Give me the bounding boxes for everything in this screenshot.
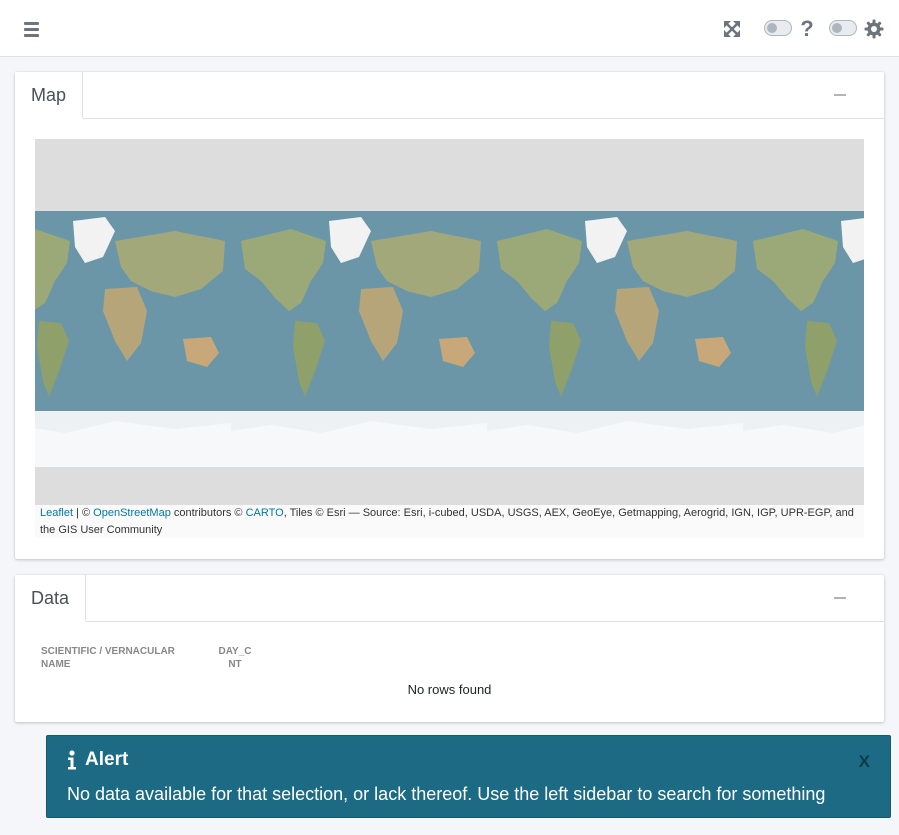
attribution-separator: | © <box>73 507 94 519</box>
carto-link[interactable]: CARTO <box>246 507 284 519</box>
expand-arrows-icon[interactable] <box>720 18 744 40</box>
toggle-switch[interactable] <box>764 20 792 36</box>
alert-message: No data available for that selection, or… <box>67 784 826 804</box>
map-attribution: Leaflet | © OpenStreetMap contributors ©… <box>35 505 864 539</box>
theme-toggle-switch[interactable] <box>829 20 857 36</box>
collapse-icon[interactable] <box>834 88 848 102</box>
map-card-header: Map <box>15 72 884 119</box>
data-card: Data SCIENTIFIC / VERNACULAR NAME DAY_C … <box>15 575 884 722</box>
top-navbar: ? <box>0 0 899 57</box>
attribution-contributors: contributors © <box>170 507 246 519</box>
collapse-icon[interactable] <box>834 591 848 605</box>
gear-icon[interactable] <box>862 16 886 42</box>
hamburger-icon[interactable] <box>20 18 44 40</box>
map-view[interactable] <box>35 139 864 538</box>
column-header-name[interactable]: SCIENTIFIC / VERNACULAR NAME <box>41 645 201 671</box>
alert-banner: Alert X No data available for that selec… <box>46 735 891 818</box>
data-card-header: Data <box>15 575 884 622</box>
map-card: Map Leaflet | © OpenStreetMap contributo… <box>15 72 884 559</box>
openstreetmap-link[interactable]: OpenStreetMap <box>93 507 171 519</box>
help-icon[interactable]: ? <box>796 16 818 42</box>
data-card-title: Data <box>15 575 87 622</box>
alert-header: Alert <box>67 749 128 771</box>
leaflet-link[interactable]: Leaflet <box>40 507 73 519</box>
info-icon <box>67 750 77 770</box>
map-card-title: Map <box>15 72 84 119</box>
empty-table-message: No rows found <box>407 682 492 697</box>
column-header-day-count[interactable]: DAY_C NT <box>211 645 259 671</box>
world-map-tiles <box>35 211 864 467</box>
alert-title: Alert <box>85 749 129 770</box>
close-alert-button[interactable]: X <box>859 752 870 772</box>
